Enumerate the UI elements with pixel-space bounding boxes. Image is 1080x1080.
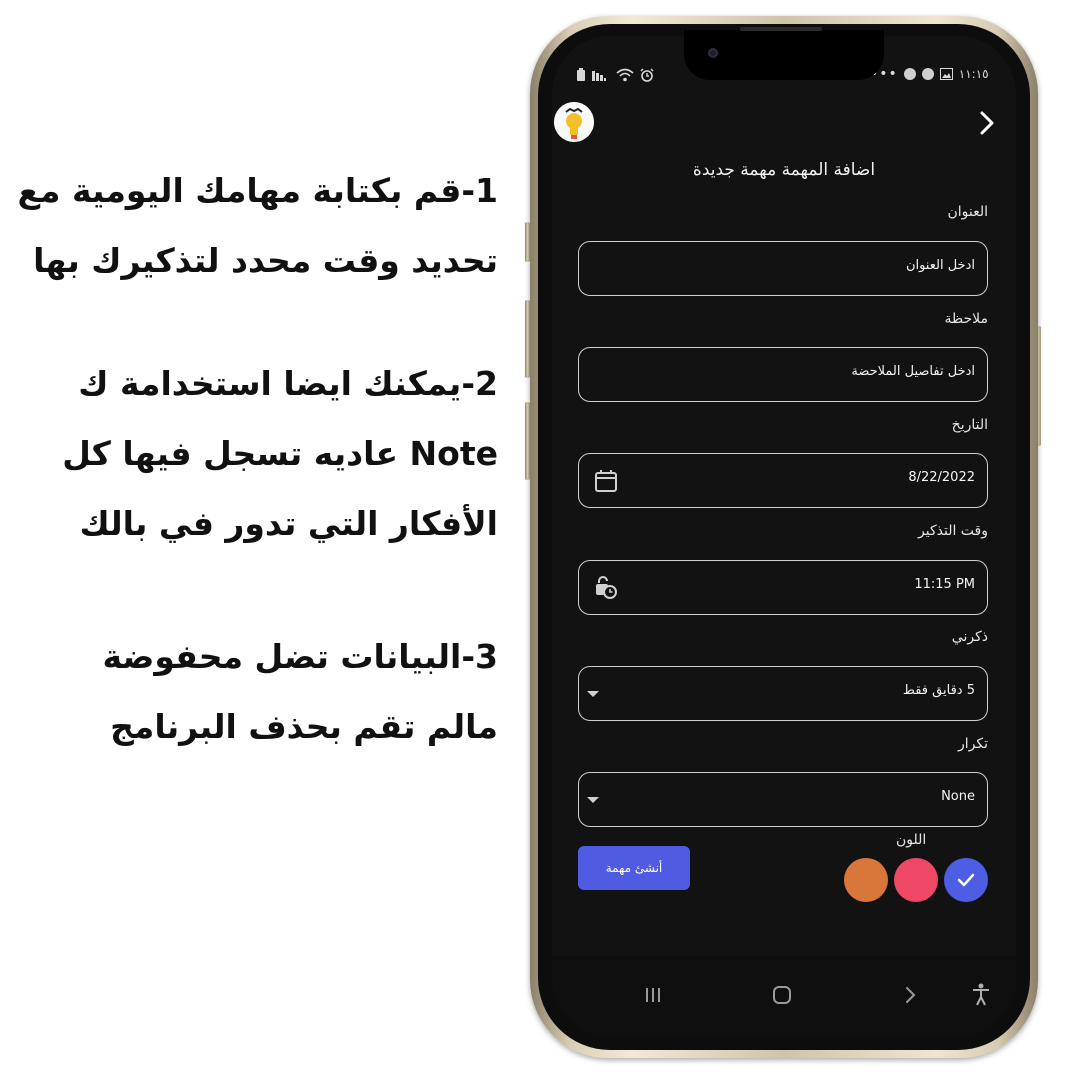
signal-icon (592, 71, 606, 81)
phone-screen: ••• ١١:١٥ اضافة المهمة مهمة جديدة العنوا… (552, 36, 1016, 1036)
create-task-button[interactable]: أنشئ مهمة (578, 846, 690, 890)
dropdown-caret-icon (587, 797, 599, 803)
promo-line: 2-يمكنك ايضا استخدامة ك (78, 364, 498, 403)
battery-icon (577, 68, 585, 81)
promo-line: 3-البيانات تضل محفوضة (102, 637, 498, 676)
lightbulb-avatar-icon[interactable] (554, 102, 594, 142)
check-icon (957, 873, 975, 887)
date-label: التاريخ (951, 417, 988, 433)
back-icon[interactable] (895, 980, 925, 1010)
speaker-grille (740, 27, 822, 31)
status-right: ••• ١١:١٥ (870, 66, 989, 82)
color-swatch-red[interactable] (894, 858, 938, 902)
camera-icon (708, 48, 718, 58)
promo-line: Note عاديه تسجل فيها كل (62, 434, 498, 473)
promo-line: الأفكار التي تدور في بالك (79, 504, 498, 543)
title-placeholder: ادخل العنوان (905, 258, 975, 273)
accessibility-icon[interactable] (966, 980, 996, 1010)
promo-text: 1-قم بكتابة مهامك اليومية مع تحديد وقت م… (0, 0, 498, 1080)
remind-dropdown[interactable]: 5 دقايق فقط (578, 666, 988, 721)
promo-image: 1-قم بكتابة مهامك اليومية مع تحديد وقت م… (0, 0, 1080, 1080)
remind-value: 5 دقايق فقط (902, 683, 975, 698)
promo-line: 1-قم بكتابة مهامك اليومية مع (17, 171, 498, 210)
title-label: العنوان (947, 204, 988, 220)
system-nav-bar (552, 956, 1016, 1036)
color-swatch-orange[interactable] (844, 858, 888, 902)
note-placeholder: ادخل تفاصيل الملاحضة (851, 364, 975, 379)
repeat-dropdown[interactable]: None (578, 772, 988, 827)
color-swatch-blue[interactable] (944, 858, 988, 902)
home-icon[interactable] (767, 980, 797, 1010)
status-left (576, 68, 654, 82)
time-value: 11:15 PM (914, 577, 975, 592)
time-label: وقت التذكير (918, 523, 988, 539)
alarm-icon (640, 68, 654, 82)
calendar-icon[interactable] (593, 468, 619, 494)
dropdown-caret-icon (587, 691, 599, 697)
date-input[interactable]: 8/22/2022 (578, 453, 988, 508)
recent-apps-icon[interactable] (638, 980, 668, 1010)
color-label: اللون (896, 832, 927, 848)
gallery-icon (939, 68, 953, 80)
promo-line: تحديد وقت محدد لتذكيرك بها (33, 241, 498, 280)
app-notification-icon (903, 68, 916, 80)
page-title: اضافة المهمة مهمة جديدة (692, 160, 876, 180)
remind-label: ذكرني (951, 629, 988, 645)
title-input[interactable]: ادخل العنوان (578, 241, 988, 296)
repeat-value: None (941, 789, 975, 804)
wifi-icon (616, 68, 634, 82)
date-value: 8/22/2022 (908, 470, 975, 485)
note-input[interactable]: ادخل تفاصيل الملاحضة (578, 347, 988, 402)
promo-line: مالم تقم بحذف البرنامج (110, 707, 498, 746)
alarm-clock-icon[interactable] (593, 575, 619, 601)
status-time: ١١:١٥ (958, 67, 989, 81)
repeat-label: تكرار (957, 736, 988, 752)
time-input[interactable]: 11:15 PM (578, 560, 988, 615)
chevron-right-icon[interactable] (972, 108, 1002, 138)
whatsapp-icon (921, 68, 934, 80)
note-label: ملاحظة (944, 311, 989, 327)
